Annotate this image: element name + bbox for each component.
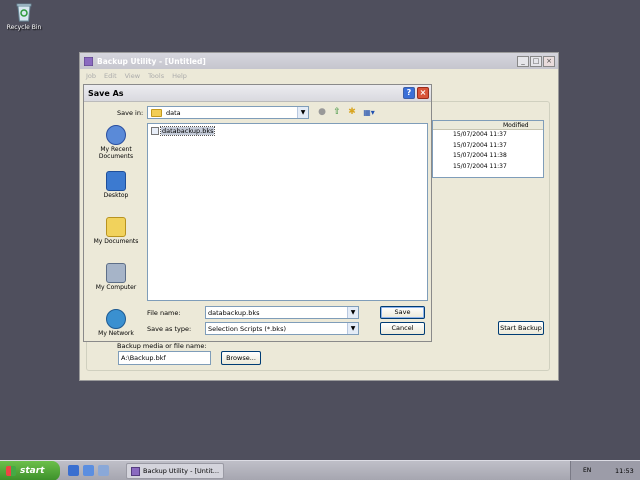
up-folder-icon[interactable]: ⇧ [331, 106, 343, 118]
desktop-icon [106, 171, 126, 191]
column-header-modified[interactable]: Modified [433, 121, 543, 130]
taskbar-item-backup-utility[interactable]: Backup Utility - [Untit... [126, 463, 224, 479]
place-my-recent-documents[interactable]: My Recent Documents [89, 125, 143, 169]
save-button[interactable]: Save [380, 306, 425, 319]
show-desktop-icon[interactable] [68, 465, 79, 476]
start-label: start [20, 466, 45, 476]
browser-icon[interactable] [83, 465, 94, 476]
file-name-value: databackup.bks [208, 308, 260, 317]
save-in-label: Save in: [117, 109, 144, 117]
windows-logo-icon [6, 466, 16, 476]
taskbar-item-label: Backup Utility - [Untit... [143, 467, 220, 475]
my-documents-icon [106, 217, 126, 237]
folder-icon [151, 108, 162, 117]
place-my-documents[interactable]: My Documents [89, 217, 143, 261]
backup-media-input[interactable]: A:\Backup.bkf [118, 351, 211, 365]
save-in-dropdown[interactable]: data ▼ [147, 106, 309, 119]
menu-help[interactable]: Help [172, 72, 187, 80]
dialog-close-button[interactable]: × [417, 87, 429, 99]
place-label: My Computer [95, 284, 137, 291]
maximize-button[interactable]: □ [530, 55, 542, 67]
my-computer-icon [106, 263, 126, 283]
chevron-down-icon[interactable]: ▼ [347, 307, 358, 318]
file-item-databackup[interactable]: databackup.bks [151, 126, 216, 136]
language-indicator[interactable]: EN [583, 467, 591, 474]
place-my-computer[interactable]: My Computer [89, 263, 143, 307]
quick-launch [68, 465, 109, 476]
place-my-network[interactable]: My Network [89, 309, 143, 353]
save-as-type-label: Save as type: [147, 325, 192, 333]
file-name-input[interactable]: databackup.bks ▼ [205, 306, 359, 319]
main-title-bar[interactable]: Backup Utility - [Untitled] _ □ × [80, 53, 558, 69]
file-icon [151, 127, 159, 135]
recycle-bin-label: Recycle Bin [6, 24, 42, 31]
start-backup-button[interactable]: Start Backup [498, 321, 544, 335]
place-label: My Recent Documents [98, 146, 134, 160]
browse-button[interactable]: Browse... [221, 351, 261, 365]
main-window-title: Backup Utility - [Untitled] [97, 56, 206, 66]
minimize-button[interactable]: _ [517, 55, 529, 67]
my-network-icon [106, 309, 126, 329]
save-in-value: data [166, 108, 181, 117]
media-icon[interactable] [98, 465, 109, 476]
app-icon [84, 56, 93, 66]
list-item[interactable]: 15/07/2004 11:37 [433, 141, 543, 152]
dialog-toolbar: ● ⇧ ✱ ▦▾ [316, 106, 377, 118]
clock[interactable]: 11:53 [615, 467, 634, 475]
back-icon[interactable]: ● [316, 106, 328, 118]
list-item[interactable]: 15/07/2004 11:37 [433, 130, 543, 141]
list-item[interactable]: 15/07/2004 11:37 [433, 162, 543, 173]
recent-documents-icon [106, 125, 126, 145]
menu-job[interactable]: Job [86, 72, 96, 80]
save-as-type-value: Selection Scripts (*.bks) [208, 324, 286, 333]
save-as-dialog: Save As ? × Save in: data ▼ ● ⇧ ✱ ▦▾ My … [83, 84, 432, 342]
menu-edit[interactable]: Edit [104, 72, 117, 80]
recycle-bin[interactable]: Recycle Bin [4, 2, 44, 31]
dialog-title: Save As [88, 88, 124, 98]
menu-tools[interactable]: Tools [148, 72, 164, 80]
close-button[interactable]: × [543, 55, 555, 67]
start-button[interactable]: start [0, 461, 60, 480]
chevron-down-icon[interactable]: ▼ [297, 107, 308, 118]
place-label: Desktop [103, 192, 129, 199]
recycle-bin-icon [15, 2, 33, 22]
menu-bar: Job Edit View Tools Help [80, 69, 558, 83]
app-icon [131, 466, 140, 476]
menu-view[interactable]: View [125, 72, 140, 80]
views-menu-icon[interactable]: ▦▾ [361, 106, 377, 118]
save-as-type-dropdown[interactable]: Selection Scripts (*.bks) ▼ [205, 322, 359, 335]
help-button[interactable]: ? [403, 87, 415, 99]
place-desktop[interactable]: Desktop [89, 171, 143, 215]
places-bar: My Recent Documents Desktop My Documents… [89, 123, 143, 337]
place-label: My Network [98, 330, 134, 337]
file-name: databackup.bks [159, 126, 216, 136]
system-tray: EN 11:53 [570, 461, 640, 480]
chevron-down-icon[interactable]: ▼ [347, 323, 358, 334]
cancel-button[interactable]: Cancel [380, 322, 425, 335]
file-list[interactable]: databackup.bks [147, 123, 428, 301]
new-folder-icon[interactable]: ✱ [346, 106, 358, 118]
dialog-title-bar[interactable]: Save As ? × [84, 85, 431, 102]
taskbar: start Backup Utility - [Untit... EN 11:5… [0, 460, 640, 480]
place-label: My Documents [93, 238, 139, 245]
job-list[interactable]: Modified 15/07/2004 11:37 15/07/2004 11:… [432, 120, 544, 178]
list-item[interactable]: 15/07/2004 11:38 [433, 151, 543, 162]
file-name-label: File name: [147, 309, 181, 317]
